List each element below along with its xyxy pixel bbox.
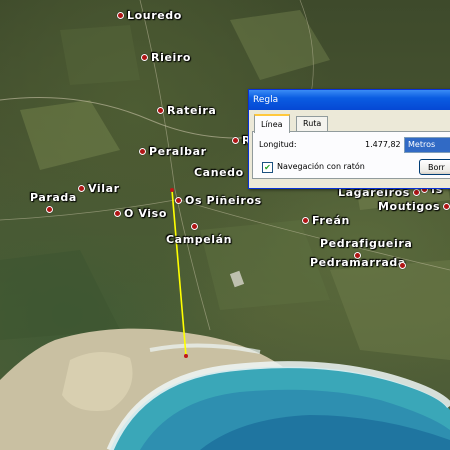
dialog-title: Regla (253, 95, 279, 105)
unit-select[interactable]: Metros (404, 137, 450, 153)
place-pin-icon (443, 203, 450, 210)
place-peralbar[interactable]: Peralbar (139, 145, 207, 158)
place-moutigos[interactable]: Moutigos (378, 200, 450, 213)
place-rieiro[interactable]: Rieiro (141, 51, 191, 64)
place-pin-icon (139, 148, 146, 155)
length-value: 1.477,82 (365, 140, 401, 149)
tab-line[interactable]: Línea (254, 114, 290, 133)
place-pin-icon (117, 12, 124, 19)
length-label: Longitud: (259, 140, 297, 149)
place-pedramarrada[interactable]: Pedramarrada (310, 256, 406, 269)
clear-button[interactable]: Borr (419, 159, 450, 175)
place-pin-icon (399, 262, 406, 269)
place-pin-icon (412, 189, 420, 196)
ruler-start-point[interactable] (170, 188, 174, 192)
place-pin-icon (157, 107, 164, 114)
place-pin-icon (78, 185, 85, 192)
place-pin-icon (191, 223, 198, 230)
place-o-viso[interactable]: O Viso (114, 207, 167, 220)
ruler-dialog[interactable]: Regla Línea Ruta Longitud: 1.477,82 Metr… (248, 89, 450, 189)
tab-panel-line: Longitud: 1.477,82 Metros ✔ Navegación c… (252, 131, 450, 179)
place-canedo[interactable]: Canedo (194, 166, 244, 179)
terrain-layer (0, 0, 450, 450)
tab-route[interactable]: Ruta (296, 116, 329, 131)
place-pin-icon (302, 217, 309, 224)
dialog-titlebar[interactable]: Regla (249, 90, 450, 110)
place-pin-icon (232, 137, 239, 144)
place-parada[interactable]: Parada (30, 191, 77, 204)
place-pin-icon (114, 210, 121, 217)
satellite-map[interactable]: Louredo Rieiro Rateira Peralbar Canedo V… (0, 0, 450, 450)
mouse-nav-checkbox[interactable]: ✔ (262, 162, 273, 173)
place-pedrafigueira[interactable]: Pedrafigueira (320, 237, 412, 250)
place-rateira[interactable]: Rateira (157, 104, 216, 117)
place-campelan[interactable]: Campelán (166, 233, 232, 246)
place-frean[interactable]: Freán (302, 214, 350, 227)
place-louredo[interactable]: Louredo (117, 9, 182, 22)
place-os-pineiros[interactable]: Os Piñeiros (175, 194, 262, 207)
check-icon: ✔ (264, 163, 271, 172)
place-pin-icon (141, 54, 148, 61)
ruler-end-point[interactable] (184, 354, 188, 358)
mouse-nav-label: Navegación con ratón (277, 162, 365, 171)
place-pin-icon (46, 206, 53, 213)
place-vilar[interactable]: Vilar (78, 182, 120, 195)
place-pin-icon (175, 197, 182, 204)
